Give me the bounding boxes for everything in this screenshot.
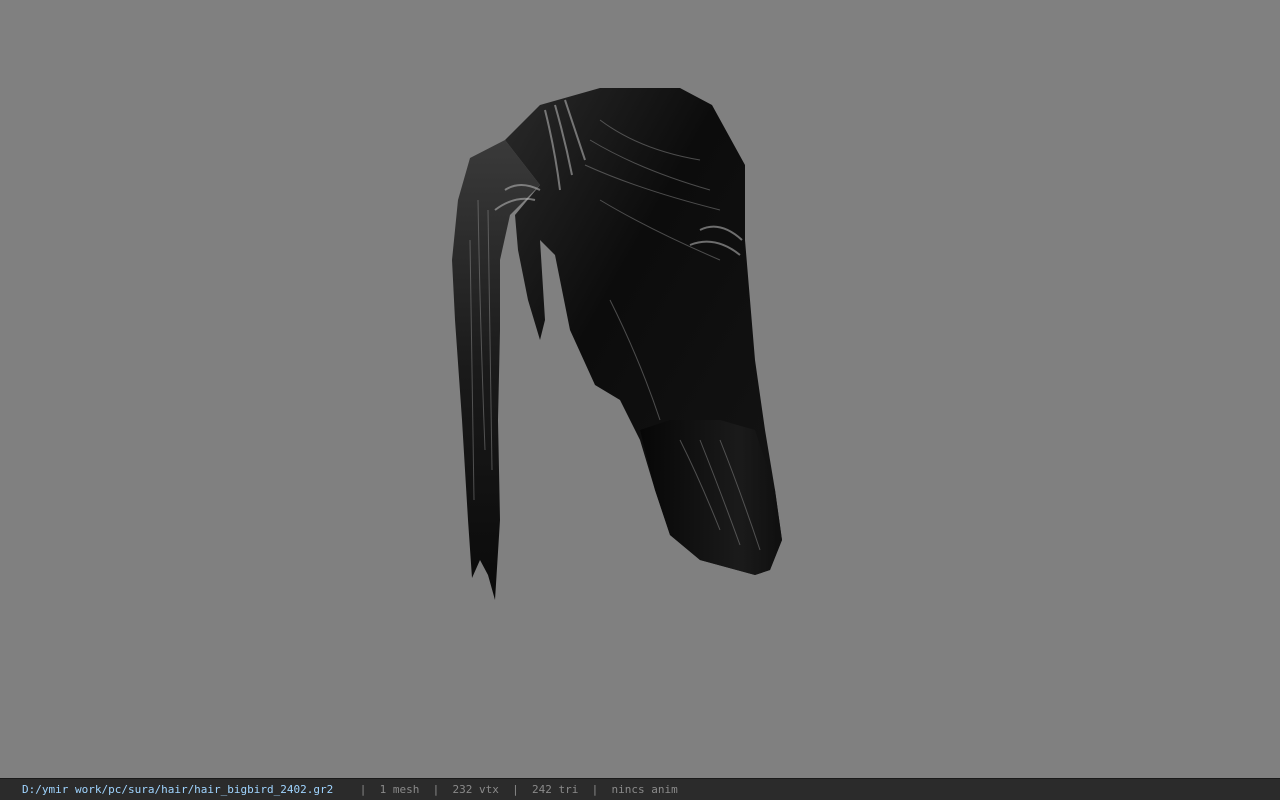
separator: | xyxy=(512,783,519,796)
animation-info-text: nincs anim xyxy=(611,783,678,796)
hair-mesh-icon xyxy=(452,88,782,600)
separator: | xyxy=(591,783,599,796)
status-bar: D:/ymir work/pc/sura/hair/hair_bigbird_2… xyxy=(0,778,1280,800)
separator: | xyxy=(359,783,367,796)
mesh-count-text: 1 mesh xyxy=(379,783,420,796)
file-path-text: D:/ymir work/pc/sura/hair/hair_bigbird_2… xyxy=(22,783,334,796)
vertex-count-text: 232 vtx xyxy=(452,783,499,796)
triangle-count-text: 242 tri xyxy=(532,783,579,796)
separator: | xyxy=(432,783,440,796)
3d-viewport[interactable] xyxy=(0,0,1280,778)
